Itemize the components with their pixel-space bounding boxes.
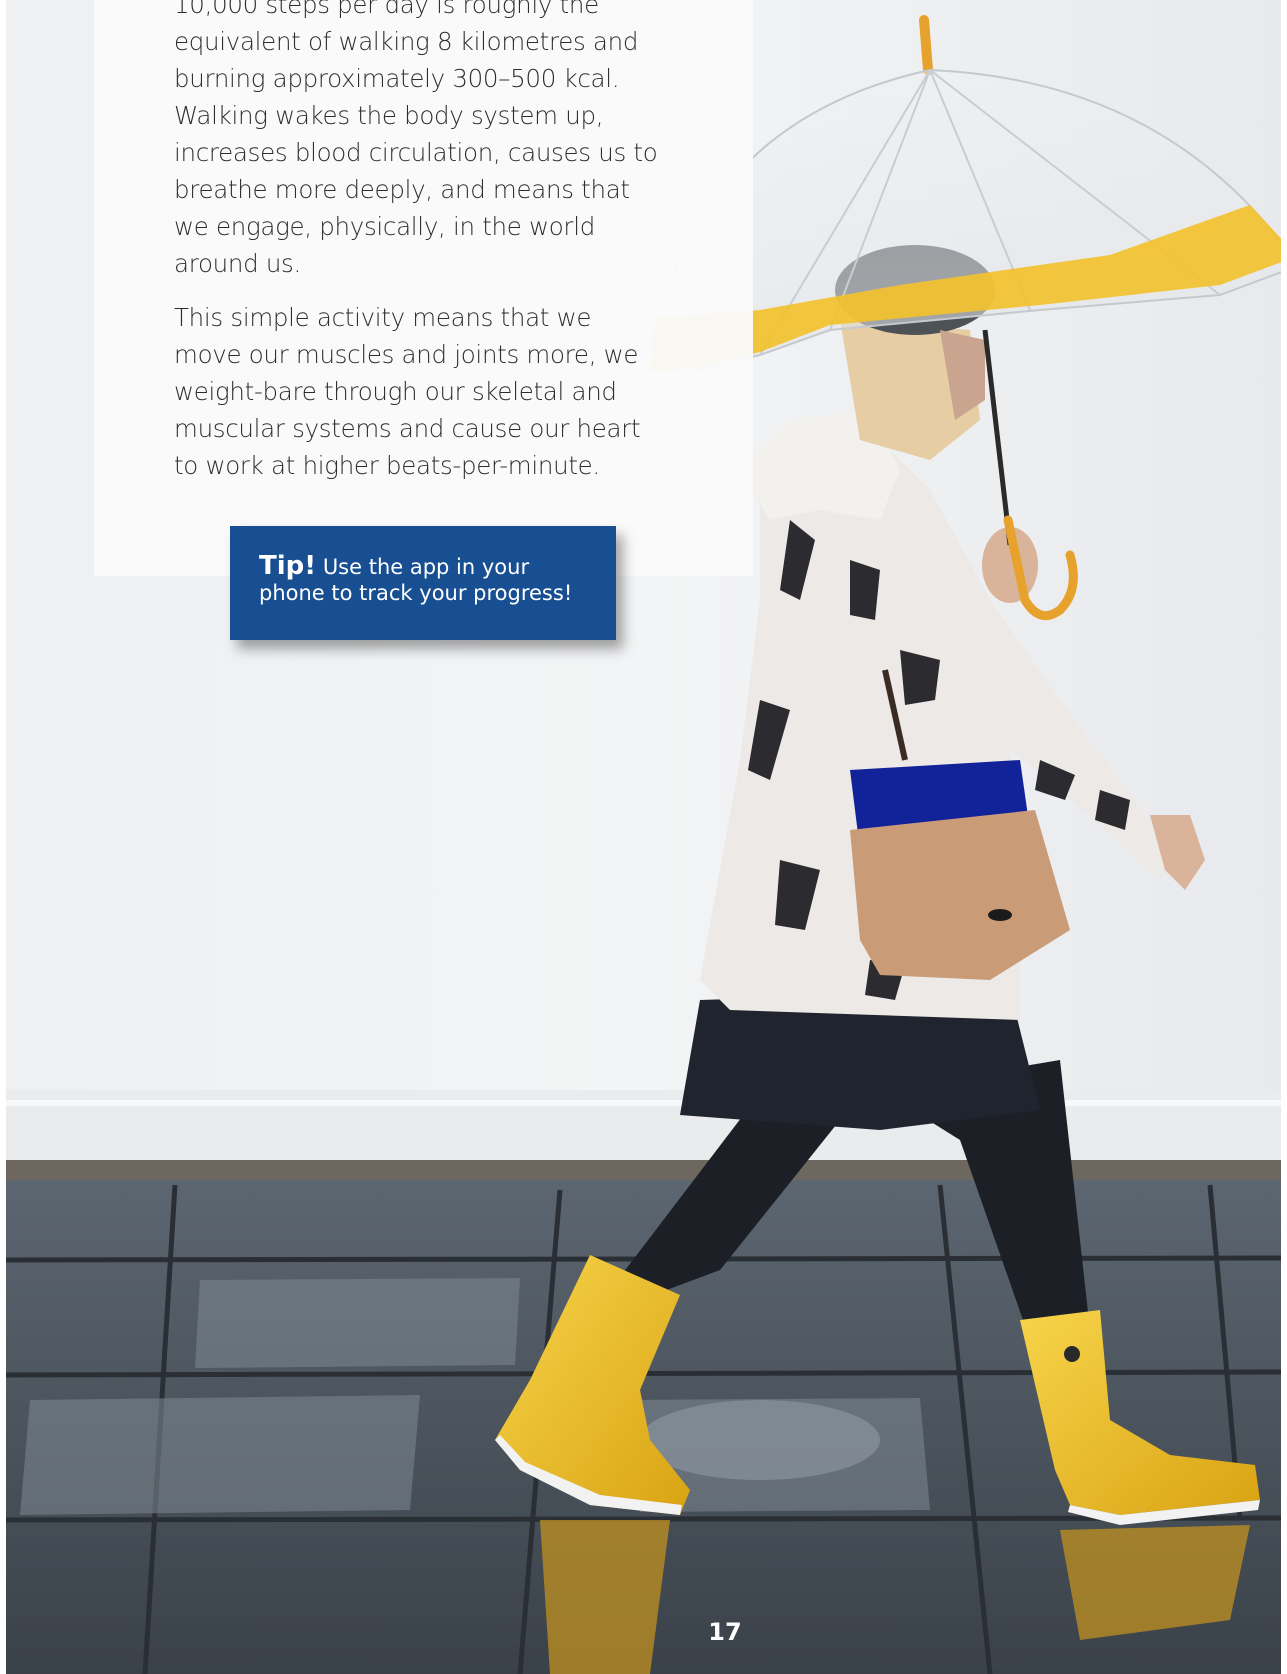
body-paragraph-1: 10,000 steps per day is roughly the equi… <box>174 0 658 278</box>
page-right-edge <box>1281 0 1287 1674</box>
tip-label: Tip! <box>259 551 317 581</box>
page-number: 17 <box>708 1618 742 1646</box>
tip-callout: Tip! Use the app in your phone to track … <box>230 526 616 640</box>
body-paragraph-2: This simple activity means that we move … <box>174 303 641 480</box>
brochure-page: 10,000 steps per day is roughly the equi… <box>0 0 1287 1674</box>
page-left-edge <box>0 0 6 1674</box>
